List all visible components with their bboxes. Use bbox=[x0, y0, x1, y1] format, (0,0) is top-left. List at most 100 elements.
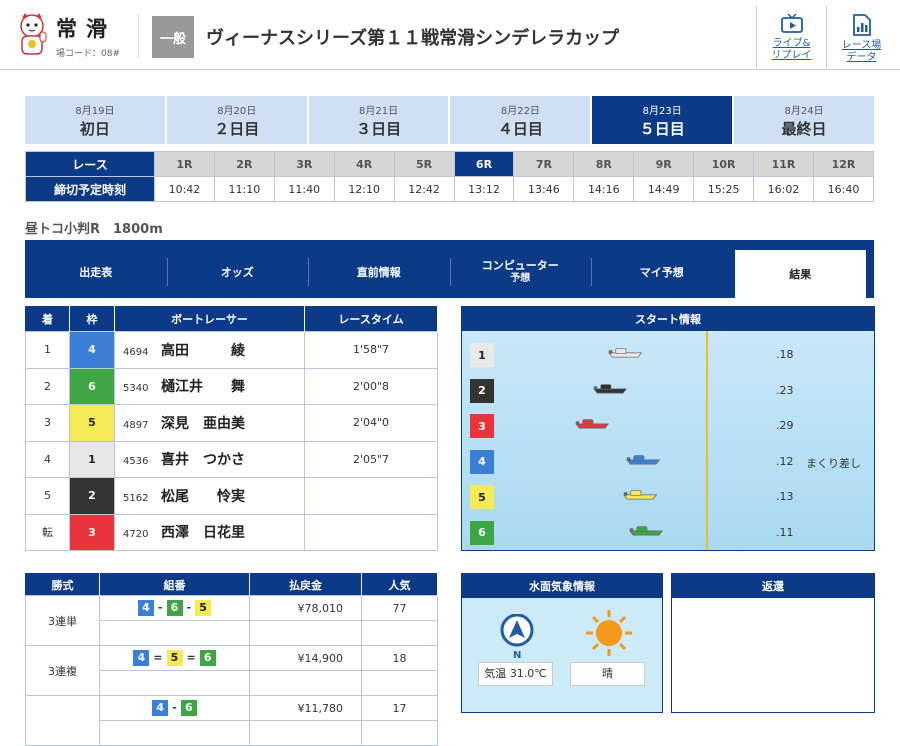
combo-number: 4 bbox=[137, 600, 154, 616]
day-tab-5[interactable]: 8月23日 ５日目 bbox=[592, 96, 733, 144]
day-label: ５日目 bbox=[639, 120, 685, 138]
results-table: 着 枠 ボートレーサー レースタイム 1 4 4694 高田 綾 1'58"7 2 … bbox=[25, 306, 438, 551]
race-deadline: 13:46 bbox=[513, 176, 575, 202]
start-info-title: スタート情報 bbox=[462, 307, 874, 331]
live-label-1: ライブ& bbox=[772, 38, 811, 49]
combo-number: 5 bbox=[195, 600, 212, 616]
race-deadline: 11:40 bbox=[273, 176, 335, 202]
start-frame: 1 bbox=[470, 343, 494, 367]
race-row-header: レース bbox=[25, 151, 155, 177]
result-row: 転 3 4720 西澤 日花里 bbox=[25, 513, 438, 551]
day-tab-1[interactable]: 8月19日 初日 bbox=[25, 96, 165, 144]
result-frame: 4 bbox=[69, 331, 115, 369]
race-deadline: 16:40 bbox=[812, 176, 875, 202]
race-deadline: 14:16 bbox=[573, 176, 635, 202]
weather-condition: 晴 bbox=[570, 662, 645, 686]
result-racer[interactable]: 4536 喜井 つかさ bbox=[114, 440, 305, 478]
race-tab-8[interactable]: 8R bbox=[573, 151, 635, 177]
race-tab-4[interactable]: 4R bbox=[333, 151, 395, 177]
result-frame: 6 bbox=[69, 367, 115, 405]
col-rank: 着 bbox=[25, 306, 70, 332]
race-tab-1[interactable]: 1R bbox=[154, 151, 215, 177]
day-date: 8月21日 bbox=[359, 106, 399, 117]
result-rank: 転 bbox=[25, 513, 70, 551]
combo-number: 4 bbox=[152, 700, 169, 716]
result-racer[interactable]: 5162 松尾 怜実 bbox=[114, 477, 305, 515]
result-rank: 3 bbox=[25, 404, 70, 442]
race-deadline: 12:10 bbox=[333, 176, 395, 202]
tab-5[interactable]: マイ予想 bbox=[591, 258, 733, 286]
result-frame: 1 bbox=[69, 440, 115, 478]
payout-amount: ¥11,780 bbox=[249, 695, 362, 721]
refund-title: 返還 bbox=[672, 574, 874, 598]
day-label: ２日目 bbox=[214, 120, 260, 138]
racer-name: 深見 亜由美 bbox=[161, 415, 245, 432]
result-rank: 1 bbox=[25, 331, 70, 369]
day-tab-6[interactable]: 8月24日 最終日 bbox=[734, 96, 874, 144]
tab-4[interactable]: コンピューター 予想 bbox=[450, 258, 592, 286]
day-tab-2[interactable]: 8月20日 ２日目 bbox=[166, 96, 307, 144]
race-tab-5[interactable]: 5R bbox=[393, 151, 455, 177]
race-tab-12[interactable]: 12R bbox=[812, 151, 875, 177]
day-tab-4[interactable]: 8月22日 ４日目 bbox=[450, 96, 591, 144]
water-area bbox=[462, 331, 874, 550]
racer-reg-no: 5340 bbox=[123, 383, 149, 395]
day-date: 8月20日 bbox=[217, 106, 257, 117]
race-deadline: 10:42 bbox=[154, 176, 215, 202]
col-racer: ボートレーサー bbox=[114, 306, 305, 332]
race-tab-10[interactable]: 10R bbox=[693, 151, 755, 177]
col-popularity: 人気 bbox=[361, 573, 438, 596]
col-amount: 払戻金 bbox=[249, 573, 362, 596]
chart-icon bbox=[852, 14, 871, 36]
tv-icon bbox=[780, 14, 803, 33]
tab-3[interactable]: 直前情報 bbox=[308, 258, 450, 286]
combo-number: 5 bbox=[166, 650, 183, 666]
data-label-2: データ bbox=[846, 52, 877, 63]
tab-2[interactable]: オッズ bbox=[167, 258, 309, 286]
bet-type bbox=[25, 695, 100, 746]
combo-separator: = bbox=[186, 651, 196, 664]
start-frame: 2 bbox=[470, 378, 494, 403]
result-racer[interactable]: 4897 深見 亜由美 bbox=[114, 404, 305, 442]
tab-6[interactable]: 結果 bbox=[734, 250, 866, 298]
race-tab-6[interactable]: 6R bbox=[453, 151, 515, 177]
result-time bbox=[304, 513, 438, 551]
temp-label: 気温 bbox=[484, 667, 507, 680]
result-row: 3 5 4897 深見 亜由美 2'04"0 bbox=[25, 404, 438, 442]
day-label: ３日目 bbox=[356, 120, 402, 138]
race-tab-11[interactable]: 11R bbox=[753, 151, 814, 177]
temperature-box: 気温 31.0℃ bbox=[478, 662, 553, 686]
race-tab-3[interactable]: 3R bbox=[273, 151, 335, 177]
tab-label: 結果 bbox=[789, 267, 812, 281]
racer-name: 樋江井 舞 bbox=[161, 379, 245, 396]
race-tab-7[interactable]: 7R bbox=[513, 151, 575, 177]
venue-name: 常滑 bbox=[56, 17, 116, 41]
result-frame: 2 bbox=[69, 477, 115, 515]
start-timing: .13 bbox=[776, 490, 794, 503]
venue-data-button[interactable]: レース場 データ bbox=[826, 6, 896, 68]
result-racer[interactable]: 4694 高田 綾 bbox=[114, 331, 305, 369]
result-racer[interactable]: 4720 西澤 日花里 bbox=[114, 513, 305, 551]
day-date: 8月19日 bbox=[75, 106, 115, 117]
race-deadline: 14:49 bbox=[633, 176, 695, 202]
payout-row: 3連単 4-6-5 ¥78,010 77 bbox=[25, 595, 438, 646]
payout-amount: ¥78,010 bbox=[249, 595, 362, 621]
wind-dir-label: N bbox=[513, 650, 522, 661]
combo-number: 6 bbox=[199, 650, 216, 666]
boat-icon bbox=[608, 348, 643, 358]
day-tabs: 8月19日 初日 8月20日 ２日目 8月21日 ３日目 8月22日 ４日目 8月23日 ５日目 8… bbox=[25, 96, 874, 144]
start-timing: .18 bbox=[776, 348, 794, 361]
result-racer[interactable]: 5340 樋江井 舞 bbox=[114, 367, 305, 405]
race-tab-2[interactable]: 2R bbox=[213, 151, 275, 177]
combo-number: 6 bbox=[166, 600, 183, 616]
live-replay-button[interactable]: ライブ& リプレイ bbox=[756, 6, 826, 68]
start-frame: 4 bbox=[470, 449, 494, 474]
result-time: 2'05"7 bbox=[304, 440, 438, 478]
day-tab-3[interactable]: 8月21日 ３日目 bbox=[308, 96, 449, 144]
weather-title: 水面気象情報 bbox=[462, 574, 662, 598]
racer-reg-no: 4897 bbox=[123, 419, 149, 431]
combo-number: 6 bbox=[180, 700, 197, 716]
tab-1[interactable]: 出走表 bbox=[25, 258, 167, 286]
payout-row: 3連複 4 = 5 = 6 ¥14,900 18 bbox=[25, 645, 438, 696]
race-tab-9[interactable]: 9R bbox=[633, 151, 695, 177]
